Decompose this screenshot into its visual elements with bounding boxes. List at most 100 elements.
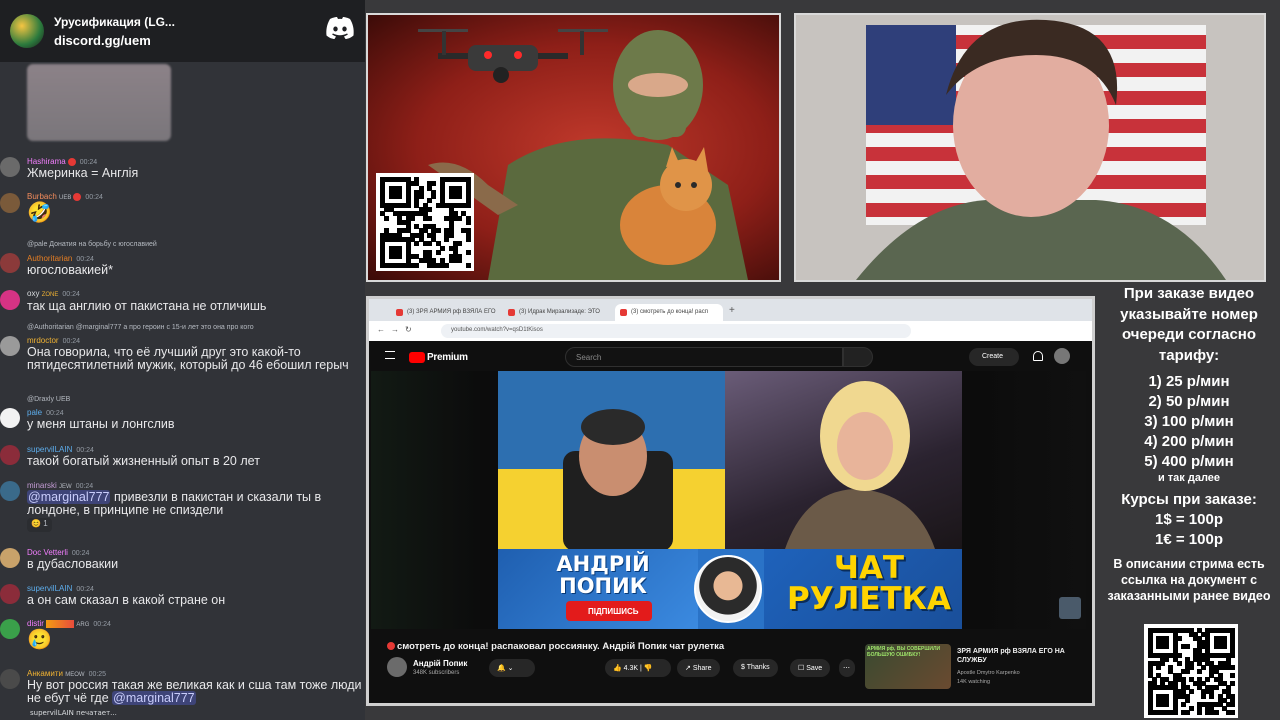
search-icon[interactable] bbox=[843, 347, 873, 367]
man-figure bbox=[563, 409, 673, 549]
browser-tab-active[interactable]: (3) смотреть до конца! расп bbox=[615, 304, 723, 321]
blurred-attachment[interactable] bbox=[27, 64, 171, 141]
mini-thumbnail[interactable] bbox=[1059, 597, 1081, 619]
live-dot-icon bbox=[387, 642, 395, 650]
avatar[interactable] bbox=[0, 193, 20, 213]
video-right-feed bbox=[725, 371, 962, 549]
avatar[interactable] bbox=[0, 669, 20, 689]
recommended-title[interactable]: ЗРЯ АРМИЯ рф ВЗЯЛА ЕГО НА СЛУЖБУ bbox=[957, 647, 1067, 665]
banner-avatar bbox=[694, 555, 762, 623]
message-text: Она говорила, что её лучший друг это как… bbox=[27, 345, 349, 372]
message-text: у меня штаны и лонгслив bbox=[27, 417, 175, 431]
new-tab-button[interactable]: + bbox=[729, 305, 735, 316]
video-banner: АНДРІЙ ПОПИК ПІДПИШИСЬ ЧАТ РУЛЕТКА bbox=[498, 549, 962, 629]
tariff-item: 4) 200 р/мин bbox=[1144, 433, 1234, 450]
message-text: так ща англию от пакистана не отличишь bbox=[27, 299, 267, 313]
avatar[interactable] bbox=[0, 157, 20, 177]
username[interactable]: supervilLAIN 00:24 bbox=[27, 445, 94, 454]
like-button[interactable]: 👍 4.3K | 👎 bbox=[605, 659, 671, 677]
invite-link[interactable]: discord.gg/uem bbox=[54, 33, 175, 48]
reply-preview[interactable]: @Draxly UEB bbox=[27, 396, 70, 403]
user-mention[interactable]: @marginal777 bbox=[112, 691, 196, 705]
chat-header: Урусификация (LG... discord.gg/uem bbox=[0, 0, 365, 62]
channel-avatar[interactable] bbox=[387, 657, 407, 677]
username[interactable]: pale 00:24 bbox=[27, 408, 64, 417]
avatar[interactable] bbox=[0, 253, 20, 273]
more-options-button[interactable]: ⋯ bbox=[839, 659, 855, 677]
tariff-item: 1) 25 р/мин bbox=[1148, 373, 1230, 390]
avatar[interactable] bbox=[0, 445, 20, 465]
youtube-header: Premium Search Create bbox=[369, 341, 1092, 371]
username[interactable]: mrdoctor 00:24 bbox=[27, 336, 80, 345]
avatar[interactable] bbox=[0, 619, 20, 639]
username[interactable]: Hashirama 00:24 bbox=[27, 157, 97, 166]
rate-item: 1$ = 100р bbox=[1155, 511, 1223, 528]
description-note: В описании стрима есть ссылка на докумен… bbox=[1107, 557, 1271, 603]
menu-icon[interactable] bbox=[385, 351, 395, 359]
youtube-brand[interactable]: Premium bbox=[427, 352, 468, 363]
reply-preview[interactable]: @pale Донатия на борьбу с югославией bbox=[27, 241, 157, 248]
reply-preview[interactable]: @Authoritarian @marginal777 а про героин… bbox=[27, 324, 254, 331]
browser-tab[interactable]: (3) Идрак Мирзализаде: ЭТО bbox=[503, 304, 611, 321]
thanks-button[interactable]: $ Thanks bbox=[733, 659, 778, 677]
browser-tab[interactable]: (3) ЗРЯ АРМИЯ рф ВЗЯЛА ЕГО bbox=[391, 304, 499, 321]
avatar[interactable] bbox=[0, 290, 20, 310]
message-text: югословакией* bbox=[27, 263, 113, 277]
username[interactable]: Burbach UEB 00:24 bbox=[27, 192, 103, 201]
chat-message: Анкамити MEOW 00:25 Ну вот россия такая ж… bbox=[0, 667, 365, 707]
username[interactable]: minarski JEW 00:24 bbox=[27, 481, 93, 490]
tariff-item: 2) 50 р/мин bbox=[1148, 393, 1230, 410]
video-left-feed bbox=[498, 371, 725, 549]
username[interactable]: Authoritarian 00:24 bbox=[27, 254, 94, 263]
notifications-button[interactable]: 🔔 ⌄ bbox=[489, 659, 535, 677]
qr-code[interactable] bbox=[376, 173, 474, 271]
avatar[interactable] bbox=[0, 481, 20, 501]
user-mention[interactable]: @marginal777 bbox=[27, 490, 111, 504]
username[interactable]: Анкамити MEOW 00:25 bbox=[27, 669, 106, 678]
thumbnail-caption: АРМИЯ рф, ВЫ СОВЕРШИЛИ БОЛЬШУЮ ОШИБКУ! bbox=[867, 646, 941, 658]
woman-figure bbox=[785, 381, 935, 549]
discord-logo-icon bbox=[326, 17, 354, 39]
message-emoji: 🤣 bbox=[27, 202, 52, 224]
username[interactable]: supervilLAIN 00:24 bbox=[27, 584, 94, 593]
chat-message: @Authoritarian @marginal777 а про героин… bbox=[0, 323, 365, 383]
message-text: такой богатый жизненный опыт в 20 лет bbox=[27, 454, 260, 468]
username[interactable]: Doc Vetterli 00:24 bbox=[27, 548, 89, 557]
avatar[interactable] bbox=[0, 548, 20, 568]
chat-message: oxy ZONE 00:24 так ща англию от пакистана… bbox=[0, 288, 365, 316]
url-field[interactable]: youtube.com/watch?v=qsD1tKisos bbox=[441, 324, 911, 338]
username[interactable]: distir ARG 00:24 bbox=[27, 619, 111, 628]
avatar[interactable] bbox=[0, 584, 20, 604]
chat-message: distir ARG 00:24 🥲 bbox=[0, 617, 365, 657]
search-input[interactable]: Search bbox=[565, 347, 843, 367]
chat-message: Hashirama 00:24 Жмеринка = Англія bbox=[0, 155, 365, 185]
chat-message: Doc Vetterli 00:24 в дубасловакии bbox=[0, 546, 365, 574]
avatar[interactable] bbox=[0, 336, 20, 356]
video-player[interactable]: АНДРІЙ ПОПИК ПІДПИШИСЬ ЧАТ РУЛЕТКА bbox=[371, 371, 1086, 629]
avatar[interactable] bbox=[0, 408, 20, 428]
video-title: смотреть до конца! распаковал россиянку.… bbox=[387, 641, 724, 652]
chat-message: minarski JEW 00:24 @marginal777 привезли … bbox=[0, 479, 365, 535]
etc-text: и так далее bbox=[1157, 472, 1221, 484]
create-button[interactable]: Create bbox=[969, 348, 1019, 366]
account-avatar[interactable] bbox=[1054, 348, 1070, 364]
bell-icon[interactable] bbox=[1033, 351, 1043, 361]
message-text: Ну вот россия такая же великая как и сша… bbox=[27, 678, 362, 705]
subscriber-count: 348K subscribers bbox=[413, 670, 460, 676]
nav-buttons[interactable]: ←→↻ bbox=[377, 325, 418, 334]
username[interactable]: oxy ZONE 00:24 bbox=[27, 289, 80, 298]
reaction-chip[interactable]: 😊 1 bbox=[27, 518, 52, 532]
tab-strip: (3) ЗРЯ АРМИЯ рф ВЗЯЛА ЕГО (3) Идрак Мир… bbox=[369, 299, 1092, 321]
youtube-logo-icon[interactable] bbox=[409, 352, 425, 363]
qr-code[interactable] bbox=[1144, 624, 1238, 718]
share-button[interactable]: ↗ Share bbox=[677, 659, 720, 677]
recommended-thumbnail[interactable]: АРМИЯ рф, ВЫ СОВЕРШИЛИ БОЛЬШУЮ ОШИБКУ! bbox=[865, 644, 951, 689]
save-button[interactable]: ☐ Save bbox=[790, 659, 831, 677]
chat-message: Burbach UEB 00:24 🤣 bbox=[0, 190, 365, 230]
chat-message: @Draxly UEB pale 00:24 у меня штаны и лон… bbox=[0, 395, 365, 435]
webcam-feed bbox=[794, 13, 1266, 282]
recommended-meta: Apostle Dmytro Karpenko 14K watching bbox=[957, 670, 1020, 685]
webcam-scene bbox=[796, 15, 1264, 280]
channel-name[interactable]: Андрій Попик bbox=[413, 659, 467, 668]
address-bar: ←→↻ youtube.com/watch?v=qsD1tKisos bbox=[369, 321, 1092, 341]
